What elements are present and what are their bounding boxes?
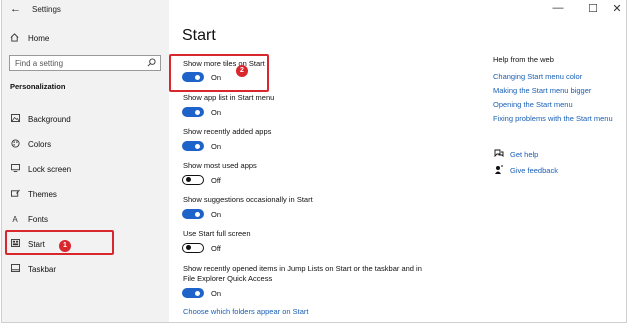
sidebar: ← Settings Home Find a setting Personali… — [2, 0, 169, 322]
tiles-callout-box — [169, 54, 269, 92]
toggle-state-text: On — [211, 289, 222, 298]
palette-icon — [10, 138, 20, 150]
feedback-icon — [494, 165, 504, 177]
monitor-icon — [10, 164, 20, 174]
home-nav-item[interactable]: Home — [10, 33, 49, 44]
toggle-state-text: On — [211, 210, 222, 219]
option-label-suggestions: Show suggestions occasionally in Start — [183, 195, 313, 204]
help-link-open-menu[interactable]: Opening the Start menu — [493, 100, 573, 109]
get-help-icon — [494, 149, 504, 160]
search-icon[interactable] — [147, 58, 156, 69]
picture-icon — [10, 114, 20, 124]
search-placeholder: Find a setting — [15, 59, 64, 68]
settings-window: ← Settings Home Find a setting Personali… — [1, 0, 627, 323]
toggle-knob — [195, 290, 200, 296]
toggle-state-text: Off — [211, 176, 221, 185]
toggle-knob — [195, 143, 200, 149]
back-arrow-icon[interactable]: ← — [10, 3, 21, 15]
toggle-knob — [186, 177, 191, 182]
option-label-jump-lists: Show recently opened items in Jump Lists… — [183, 264, 422, 283]
title-bar: ← Settings — [2, 0, 169, 20]
toggle-most-used[interactable] — [182, 175, 204, 185]
toggle-app-list[interactable] — [182, 107, 204, 117]
toggle-jump-lists[interactable] — [182, 288, 204, 298]
sidebar-item-themes[interactable]: Themes — [10, 188, 57, 200]
toggle-state-text: On — [211, 108, 222, 117]
close-icon[interactable]: ✕ — [609, 2, 625, 15]
home-label: Home — [28, 34, 50, 43]
toggle-recently-added[interactable] — [182, 141, 204, 151]
page-title: Start — [182, 27, 216, 44]
option-label-full-screen: Use Start full screen — [183, 229, 251, 238]
help-link-fix-problems[interactable]: Fixing problems with the Start menu — [493, 114, 613, 123]
help-link-menu-bigger[interactable]: Making the Start menu bigger — [493, 86, 591, 95]
sidebar-item-label: Taskbar — [28, 264, 57, 274]
taskbar-icon — [10, 264, 20, 274]
sidebar-item-label: Fonts — [28, 214, 49, 224]
callout-badge-1: 1 — [59, 240, 71, 252]
window-title: Settings — [32, 5, 61, 14]
sidebar-item-label: Colors — [28, 139, 52, 149]
sidebar-item-lock-screen[interactable]: Lock screen — [10, 163, 71, 175]
help-title: Help from the web — [493, 55, 554, 64]
section-title: Personalization — [10, 82, 66, 91]
sidebar-item-background[interactable]: Background — [10, 113, 71, 125]
sidebar-item-label: Themes — [28, 189, 57, 199]
option-label-most-used: Show most used apps — [183, 161, 257, 170]
callout-badge-2: 2 — [236, 65, 248, 77]
choose-folders-link[interactable]: Choose which folders appear on Start — [183, 307, 309, 316]
toggle-state-text: On — [211, 142, 222, 151]
toggle-full-screen[interactable] — [182, 243, 204, 253]
home-icon — [10, 33, 20, 44]
sidebar-item-label: Lock screen — [28, 164, 72, 174]
toggle-knob — [195, 211, 200, 217]
search-input[interactable]: Find a setting — [9, 55, 161, 71]
toggle-knob — [195, 109, 200, 115]
give-feedback-link[interactable]: Give feedback — [510, 166, 558, 175]
minimize-icon[interactable]: — — [550, 2, 566, 14]
maximize-icon[interactable]: ☐ — [585, 2, 601, 15]
get-help-link[interactable]: Get help — [510, 150, 538, 159]
sidebar-item-colors[interactable]: Colors — [10, 138, 51, 150]
toggle-knob — [186, 245, 191, 250]
font-icon: A — [12, 214, 18, 224]
help-link-menu-color[interactable]: Changing Start menu color — [493, 72, 582, 81]
toggle-suggestions[interactable] — [182, 209, 204, 219]
sidebar-item-taskbar[interactable]: Taskbar — [10, 263, 56, 275]
toggle-state-text: Off — [211, 244, 221, 253]
brush-icon — [10, 189, 20, 200]
option-label-recently-added: Show recently added apps — [183, 127, 272, 136]
option-label-app-list: Show app list in Start menu — [183, 93, 275, 102]
sidebar-item-label: Background — [28, 114, 71, 124]
sidebar-item-fonts[interactable]: A Fonts — [10, 213, 48, 225]
